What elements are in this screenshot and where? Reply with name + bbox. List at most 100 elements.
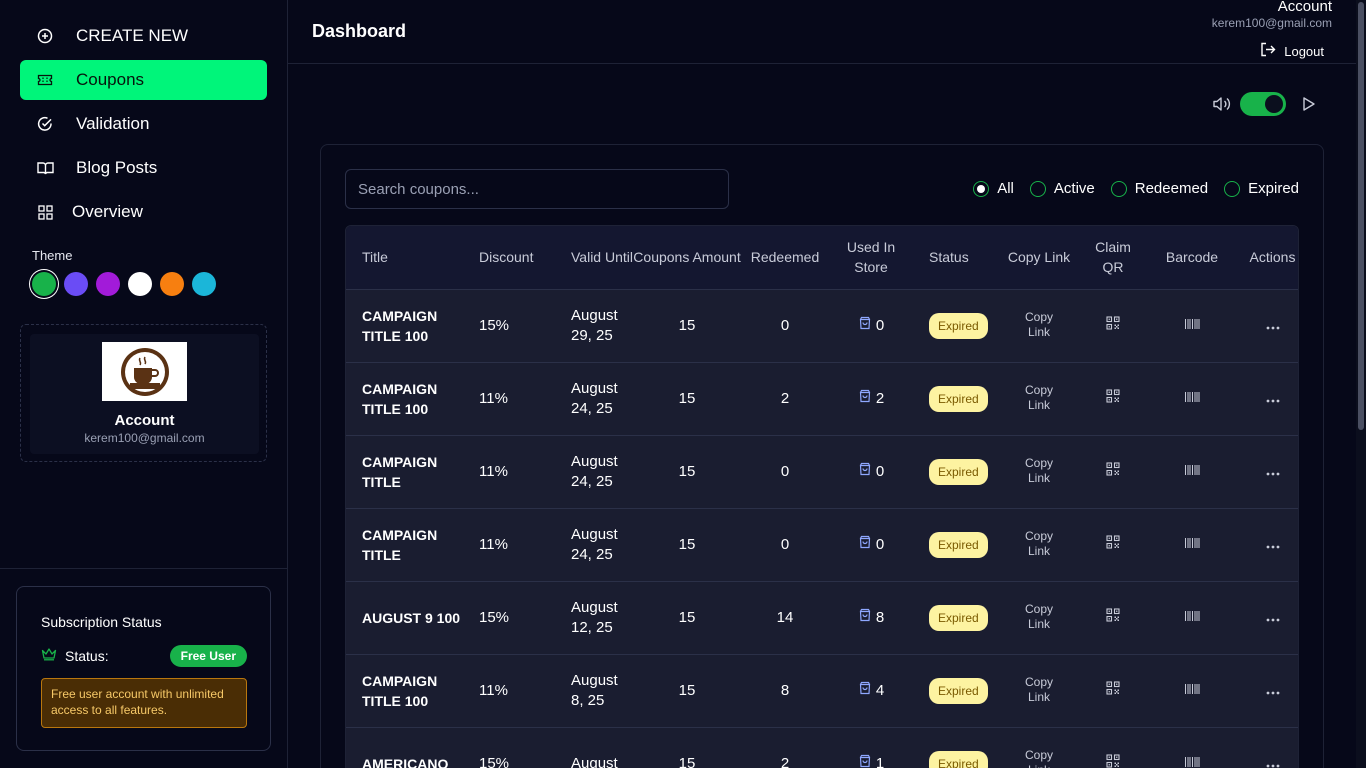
cell-copy-link: Copy Link	[991, 727, 1087, 768]
qr-code-icon[interactable]	[1106, 461, 1120, 476]
copy-link-button[interactable]: Copy Link	[1020, 602, 1058, 632]
cell-barcode	[1139, 362, 1245, 435]
page-scrollbar[interactable]	[1356, 0, 1366, 768]
more-actions-icon[interactable]	[1266, 618, 1280, 622]
nav-overview[interactable]: Overview	[20, 192, 267, 232]
barcode-icon[interactable]	[1184, 683, 1200, 695]
nav-create-new[interactable]: CREATE NEW	[20, 16, 267, 56]
account-name: Account	[114, 412, 175, 429]
cell-status: Expired	[913, 435, 991, 508]
subscription-card: Subscription Status Status: Free User Fr…	[16, 586, 271, 751]
more-actions-icon[interactable]	[1266, 399, 1280, 403]
nav-coupons[interactable]: Coupons	[20, 60, 267, 100]
qr-code-icon[interactable]	[1106, 388, 1120, 403]
filter-redeemed[interactable]: Redeemed	[1110, 180, 1208, 197]
theme-swatch-purple[interactable]	[96, 272, 120, 296]
table-row[interactable]: AMERICANO 15% August 15 2 1 Expired Copy Link	[346, 727, 1298, 768]
radio-icon	[1029, 180, 1046, 197]
cell-redeemed: 8	[780, 681, 790, 699]
sound-toggle[interactable]	[1240, 92, 1286, 116]
barcode-icon[interactable]	[1184, 391, 1200, 403]
theme-swatch-cyan[interactable]	[192, 272, 216, 296]
account-logo	[102, 342, 187, 401]
header-account-name: Account	[1277, 0, 1332, 15]
qr-code-icon[interactable]	[1106, 680, 1120, 695]
cell-actions	[1245, 654, 1298, 727]
copy-link-button[interactable]: Copy Link	[1020, 675, 1058, 705]
cell-actions	[1245, 435, 1298, 508]
cell-status: Expired	[913, 654, 991, 727]
more-actions-icon[interactable]	[1266, 472, 1280, 476]
logout-button[interactable]: Logout	[1260, 42, 1324, 60]
cell-status: Expired	[913, 581, 991, 654]
more-actions-icon[interactable]	[1266, 545, 1280, 549]
nav-blog-posts[interactable]: Blog Posts	[20, 148, 267, 188]
copy-link-button[interactable]: Copy Link	[1020, 748, 1058, 768]
table-row[interactable]: CAMPAIGN TITLE 11% August 24, 25 15 0 0 Expire…	[346, 508, 1298, 581]
copy-link-button[interactable]: Copy Link	[1020, 310, 1058, 340]
toggle-knob	[1265, 95, 1283, 113]
header-account-email: kerem100@gmail.com	[1211, 16, 1332, 30]
logout-label: Logout	[1284, 43, 1324, 59]
account-card-inner: Account kerem100@gmail.com	[30, 334, 259, 454]
barcode-icon[interactable]	[1184, 464, 1200, 476]
qr-code-icon[interactable]	[1106, 315, 1120, 330]
cell-valid-until: August 8, 25	[571, 671, 618, 709]
barcode-icon[interactable]	[1184, 756, 1200, 768]
table-row[interactable]: CAMPAIGN TITLE 11% August 24, 25 15 0 0 Expire…	[346, 435, 1298, 508]
filter-label: All	[997, 180, 1014, 197]
cell-copy-link: Copy Link	[991, 362, 1087, 435]
filter-label: Expired	[1248, 180, 1299, 197]
copy-link-button[interactable]: Copy Link	[1020, 456, 1058, 486]
more-actions-icon[interactable]	[1266, 326, 1280, 330]
barcode-icon[interactable]	[1184, 610, 1200, 622]
table-row[interactable]: CAMPAIGN TITLE 100 15% August 29, 25 15 0 0 Ex…	[346, 289, 1298, 362]
copy-link-button[interactable]: Copy Link	[1020, 529, 1058, 559]
cell-redeemed: 0	[780, 535, 790, 553]
cell-valid-until: August 29, 25	[571, 306, 618, 344]
subscription-status-row: Status: Free User	[41, 645, 247, 667]
scrollbar-thumb[interactable]	[1358, 2, 1364, 430]
more-actions-icon[interactable]	[1266, 764, 1280, 768]
filter-expired[interactable]: Expired	[1224, 180, 1299, 197]
cell-coupons-amount: 15	[678, 462, 696, 480]
shopping-bag-icon	[858, 389, 872, 409]
logout-icon	[1260, 42, 1276, 60]
nav-validation[interactable]: Validation	[20, 104, 267, 144]
cell-actions	[1245, 581, 1298, 654]
status-badge: Expired	[929, 312, 988, 339]
used-count: 8	[875, 608, 885, 626]
play-icon[interactable]	[1302, 96, 1316, 117]
theme-swatch-white[interactable]	[128, 272, 152, 296]
qr-code-icon[interactable]	[1106, 607, 1120, 622]
radio-icon	[1224, 180, 1241, 197]
qr-code-icon[interactable]	[1106, 754, 1120, 768]
barcode-icon[interactable]	[1184, 318, 1200, 330]
cell-redeemed: 0	[780, 462, 790, 480]
copy-link-button[interactable]: Copy Link	[1020, 383, 1058, 413]
barcode-icon[interactable]	[1184, 537, 1200, 549]
cell-coupons-amount: 15	[678, 535, 696, 553]
table-row[interactable]: AUGUST 9 100 15% August 12, 25 15 14 8 Expired…	[346, 581, 1298, 654]
check-circle-icon	[36, 115, 54, 133]
qr-code-icon[interactable]	[1106, 534, 1120, 549]
table-row[interactable]: CAMPAIGN TITLE 100 11% August 8, 25 15 8 4 Exp…	[346, 654, 1298, 727]
theme-swatch-indigo[interactable]	[64, 272, 88, 296]
cell-claim-qr	[1087, 289, 1139, 362]
free-user-badge: Free User	[169, 645, 247, 667]
cell-claim-qr	[1087, 654, 1139, 727]
nav-label: Coupons	[76, 70, 145, 89]
more-actions-icon[interactable]	[1266, 691, 1280, 695]
theme-swatch-green[interactable]	[32, 272, 56, 296]
status-badge: Expired	[929, 677, 988, 704]
nav-label: Overview	[72, 202, 143, 221]
filter-active[interactable]: Active	[1029, 180, 1095, 197]
filter-all[interactable]: All	[973, 180, 1014, 197]
theme-swatch-orange[interactable]	[160, 272, 184, 296]
search-input[interactable]	[345, 169, 729, 209]
volume-icon[interactable]	[1212, 95, 1232, 118]
table-row[interactable]: CAMPAIGN TITLE 100 11% August 24, 25 15 2 2 Ex…	[346, 362, 1298, 435]
cell-copy-link: Copy Link	[991, 289, 1087, 362]
subscription-title: Subscription Status	[41, 614, 162, 630]
cell-title: CAMPAIGN TITLE	[362, 526, 438, 563]
